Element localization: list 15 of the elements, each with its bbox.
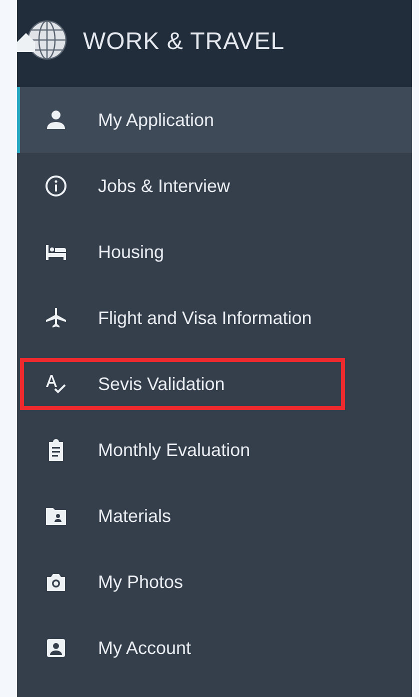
spellcheck-icon [44,372,68,396]
person-icon [44,108,68,132]
info-icon [44,174,68,198]
menu-item[interactable]: Sevis Validation [17,351,412,417]
menu-item[interactable]: Monthly Evaluation [17,417,412,483]
airplane-icon [44,306,68,330]
menu-item[interactable]: Housing [17,219,412,285]
menu-item[interactable]: Materials [17,483,412,549]
menu-item[interactable]: Jobs & Interview [17,153,412,219]
menu-item[interactable]: My Photos [17,549,412,615]
menu-item[interactable]: Flight and Visa Information [17,285,412,351]
menu-item[interactable]: My Application [17,87,412,153]
menu-item[interactable]: My Account [17,615,412,681]
app-title: WORK & TRAVEL [83,26,285,56]
account-icon [44,636,68,660]
